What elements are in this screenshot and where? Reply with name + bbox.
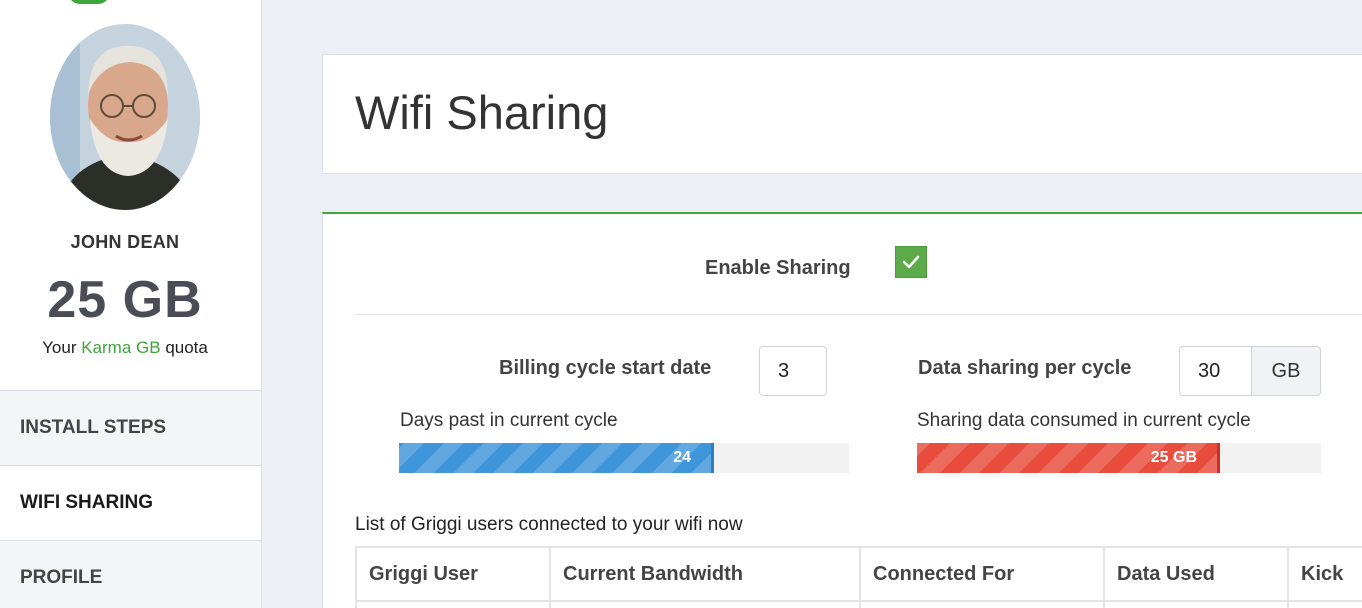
- column-kick[interactable]: Kick: [1287, 546, 1362, 602]
- column-griggi-user[interactable]: Griggi User: [355, 546, 551, 602]
- connected-users-caption: List of Griggi users connected to your w…: [355, 514, 743, 535]
- billing-cycle-input[interactable]: [759, 346, 827, 396]
- divider: [355, 314, 1362, 315]
- table-cell: [1287, 600, 1362, 608]
- logo: [68, 0, 110, 4]
- sidebar-nav: INSTALL STEPS WIFI SHARING PROFILE: [0, 390, 261, 608]
- data-unit-addon: GB: [1251, 346, 1321, 396]
- enable-sharing-label: Enable Sharing: [705, 257, 851, 279]
- table-row: [355, 600, 1362, 608]
- data-sharing-label: Data sharing per cycle: [918, 357, 1132, 379]
- table-cell: [859, 600, 1105, 608]
- days-past-label: Days past in current cycle: [400, 410, 618, 431]
- sidebar: JOHN DEAN 25 GB Your Karma GB quota INST…: [0, 0, 262, 608]
- avatar: [50, 24, 200, 210]
- quota-caption: Your Karma GB quota: [0, 338, 250, 358]
- enable-sharing-checkbox[interactable]: [895, 246, 927, 278]
- data-sharing-input[interactable]: [1179, 346, 1253, 396]
- consumed-progress-value: 25 GB: [1150, 449, 1197, 466]
- days-progress-value: 24: [673, 449, 691, 466]
- column-current-bandwidth[interactable]: Current Bandwidth: [549, 546, 861, 602]
- enable-sharing-row: Enable Sharing: [323, 214, 1362, 314]
- connected-users-table: Griggi User Current Bandwidth Connected …: [355, 546, 1362, 608]
- billing-cycle-label: Billing cycle start date: [499, 357, 712, 379]
- table-header-row: Griggi User Current Bandwidth Connected …: [355, 546, 1362, 602]
- page-header: Wifi Sharing: [322, 54, 1362, 174]
- karma-gb-link: Karma GB: [81, 338, 161, 357]
- user-name: JOHN DEAN: [70, 232, 180, 252]
- sidebar-item-wifi-sharing[interactable]: WIFI SHARING: [0, 465, 261, 540]
- quota-caption-suffix: quota: [165, 338, 208, 357]
- quota-value: 25 GB: [47, 271, 203, 329]
- sharing-panel: Enable Sharing Billing cycle start date …: [322, 212, 1362, 608]
- quota-caption-prefix: Your: [42, 338, 77, 357]
- sidebar-item-install-steps[interactable]: INSTALL STEPS: [0, 390, 261, 465]
- table-cell: [549, 600, 861, 608]
- days-progress-track: 24: [399, 443, 849, 473]
- data-consumed-label: Sharing data consumed in current cycle: [917, 410, 1251, 431]
- consumed-progress-track: 25 GB: [917, 443, 1321, 473]
- consumed-progress-bar: 25 GB: [917, 443, 1220, 473]
- sidebar-item-profile[interactable]: PROFILE: [0, 540, 261, 608]
- checkmark-icon: [902, 255, 920, 269]
- column-data-used[interactable]: Data Used: [1103, 546, 1289, 602]
- days-progress-bar: 24: [399, 443, 714, 473]
- column-connected-for[interactable]: Connected For: [859, 546, 1105, 602]
- table-cell: [355, 600, 551, 608]
- page-title: Wifi Sharing: [355, 86, 609, 139]
- table-cell: [1103, 600, 1289, 608]
